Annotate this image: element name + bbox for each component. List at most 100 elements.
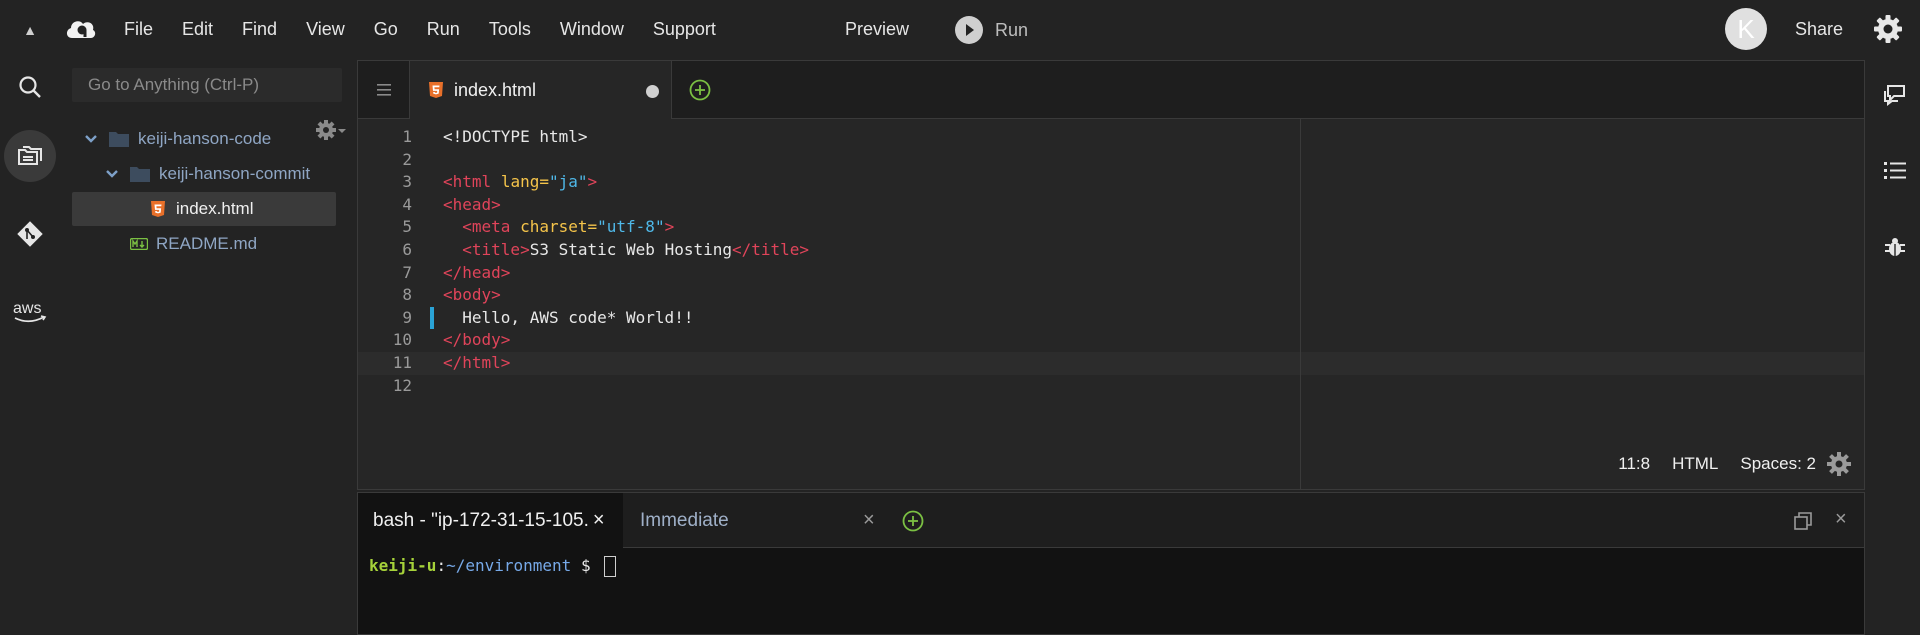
code-line: 5 <meta charset="utf-8"> bbox=[358, 216, 1864, 239]
editor-settings-gear-icon[interactable] bbox=[1826, 451, 1852, 477]
line-number: 8 bbox=[402, 285, 412, 305]
line-number: 3 bbox=[402, 172, 412, 192]
code-line: 2 bbox=[358, 149, 1864, 172]
code-line: 12 bbox=[358, 375, 1864, 398]
editor-tab-index-html[interactable]: index.html bbox=[410, 61, 672, 119]
chevron-down-icon bbox=[85, 135, 97, 143]
terminal-tab-bash[interactable]: bash - "ip-172-31-15-105. × bbox=[358, 493, 623, 548]
share-button[interactable]: Share bbox=[1795, 19, 1843, 40]
menu-go[interactable]: Go bbox=[374, 19, 398, 40]
code-line: 1 <!DOCTYPE html> bbox=[358, 126, 1864, 149]
code-line: 9 Hello, AWS code* World!! bbox=[358, 306, 1864, 330]
print-margin bbox=[1300, 119, 1301, 489]
line-number: 6 bbox=[402, 239, 412, 259]
collaborate-chat-icon[interactable] bbox=[1882, 82, 1908, 108]
indent-setting[interactable]: Spaces: 2 bbox=[1740, 454, 1816, 474]
environment-files-icon[interactable] bbox=[4, 130, 56, 182]
code-line: 8 <body> bbox=[358, 284, 1864, 307]
cursor-position[interactable]: 11:8 bbox=[1618, 454, 1650, 474]
line-number: 5 bbox=[402, 217, 412, 237]
main-menu: File Edit Find View Go Run Tools Window … bbox=[124, 0, 745, 58]
go-to-anything-input[interactable]: Go to Anything (Ctrl-P) bbox=[72, 68, 342, 102]
menu-file[interactable]: File bbox=[124, 19, 153, 40]
code-text: <title>S3 Static Web Hosting</title> bbox=[462, 239, 810, 259]
menu-bar: ▲ File Edit Find View Go Run Tools Windo… bbox=[0, 0, 1920, 58]
editor-tab-bar: index.html bbox=[358, 61, 1864, 119]
code-text: </head> bbox=[443, 262, 511, 282]
user-avatar[interactable]: K bbox=[1725, 8, 1767, 50]
code-text: </html> bbox=[443, 352, 511, 372]
add-tab-plus-icon[interactable] bbox=[689, 79, 711, 101]
tree-file-index-html[interactable]: index.html bbox=[72, 192, 336, 226]
menu-find[interactable]: Find bbox=[242, 19, 277, 40]
code-line: 4 <head> bbox=[358, 194, 1864, 217]
terminal-cursor bbox=[604, 556, 617, 577]
code-line-current: 11 </html> bbox=[358, 351, 1864, 375]
code-text: <!DOCTYPE html> bbox=[443, 127, 588, 146]
menu-support[interactable]: Support bbox=[653, 19, 716, 40]
html5-file-icon bbox=[429, 82, 443, 98]
terminal-tab-label: bash - "ip-172-31-15-105. bbox=[373, 509, 589, 531]
line-number: 1 bbox=[402, 127, 412, 146]
code-text: Hello, AWS code* World!! bbox=[462, 307, 694, 327]
close-tab-icon[interactable]: × bbox=[593, 509, 605, 532]
code-text: <html lang="ja"> bbox=[443, 172, 598, 192]
tree-file-readme[interactable]: README.md bbox=[130, 227, 257, 261]
close-panel-icon[interactable]: × bbox=[1835, 508, 1847, 531]
code-text: </body> bbox=[443, 330, 511, 350]
preview-button[interactable]: Preview bbox=[845, 19, 909, 40]
tree-node-label: keiji-hanson-code bbox=[138, 129, 272, 148]
html5-file-icon bbox=[151, 201, 165, 217]
hamburger-menu-icon[interactable] bbox=[358, 61, 410, 119]
terminal-panel: bash - "ip-172-31-15-105. × Immediate × … bbox=[357, 492, 1865, 635]
language-mode[interactable]: HTML bbox=[1672, 454, 1718, 474]
terminal-tab-immediate[interactable]: Immediate bbox=[640, 493, 729, 548]
code-line: 6 <title>S3 Static Web Hosting</title> bbox=[358, 239, 1864, 262]
run-button[interactable]: Run bbox=[955, 16, 1028, 44]
collapse-menu-icon[interactable]: ▲ bbox=[20, 20, 40, 40]
markdown-file-icon bbox=[130, 238, 148, 250]
source-control-git-icon[interactable] bbox=[4, 208, 56, 260]
menu-tools[interactable]: Tools bbox=[489, 19, 531, 40]
menu-window[interactable]: Window bbox=[560, 19, 624, 40]
chevron-down-icon bbox=[106, 170, 118, 178]
code-text: <head> bbox=[443, 194, 501, 214]
menu-edit[interactable]: Edit bbox=[182, 19, 213, 40]
code-line: 10 </body> bbox=[358, 329, 1864, 352]
folder-icon bbox=[130, 167, 150, 182]
line-number: 11 bbox=[392, 352, 412, 372]
code-editor-panel: index.html 1 <!DOCTYPE html> 2 3 <html l… bbox=[357, 60, 1865, 490]
search-icon[interactable] bbox=[4, 61, 56, 113]
tab-label: index.html bbox=[454, 79, 537, 100]
menu-view[interactable]: View bbox=[306, 19, 345, 40]
code-area[interactable]: 1 <!DOCTYPE html> 2 3 <html lang="ja"> 4… bbox=[358, 126, 1864, 397]
left-activity-rail: aws bbox=[0, 58, 60, 635]
unsaved-changes-dot-icon[interactable] bbox=[646, 85, 659, 98]
line-number: 9 bbox=[402, 307, 412, 327]
run-label: Run bbox=[995, 19, 1029, 40]
line-number: 7 bbox=[402, 262, 412, 282]
tree-node-label: index.html bbox=[176, 199, 254, 218]
tree-node-label: README.md bbox=[156, 234, 258, 253]
tree-folder-keiji-hanson-commit[interactable]: keiji-hanson-commit bbox=[105, 157, 310, 191]
close-tab-icon[interactable]: × bbox=[863, 509, 875, 532]
outline-list-icon[interactable] bbox=[1882, 158, 1908, 184]
editor-status-bar: 11:8 HTML Spaces: 2 bbox=[1596, 451, 1852, 477]
code-line: 3 <html lang="ja"> bbox=[358, 171, 1864, 194]
line-number: 10 bbox=[392, 330, 412, 350]
tree-settings-gear-icon[interactable] bbox=[314, 118, 348, 142]
tree-node-label: keiji-hanson-commit bbox=[159, 164, 311, 183]
add-terminal-plus-icon[interactable] bbox=[902, 510, 924, 532]
tree-folder-keiji-hanson-code[interactable]: keiji-hanson-code bbox=[84, 122, 271, 156]
terminal-prompt[interactable]: keiji-u:~/environment $ bbox=[369, 556, 617, 577]
line-number: 2 bbox=[402, 149, 412, 169]
modified-line-marker bbox=[430, 306, 434, 330]
cloud9-logo-icon[interactable] bbox=[64, 14, 98, 42]
menu-run[interactable]: Run bbox=[427, 19, 460, 40]
aws-explorer-icon[interactable]: aws bbox=[4, 286, 56, 338]
maximize-panel-icon[interactable] bbox=[1793, 511, 1813, 531]
terminal-tab-label: Immediate bbox=[640, 509, 729, 531]
terminal-tab-bar: bash - "ip-172-31-15-105. × Immediate × … bbox=[358, 493, 1864, 548]
settings-gear-icon[interactable] bbox=[1872, 13, 1904, 45]
debugger-bug-icon[interactable] bbox=[1882, 234, 1908, 260]
